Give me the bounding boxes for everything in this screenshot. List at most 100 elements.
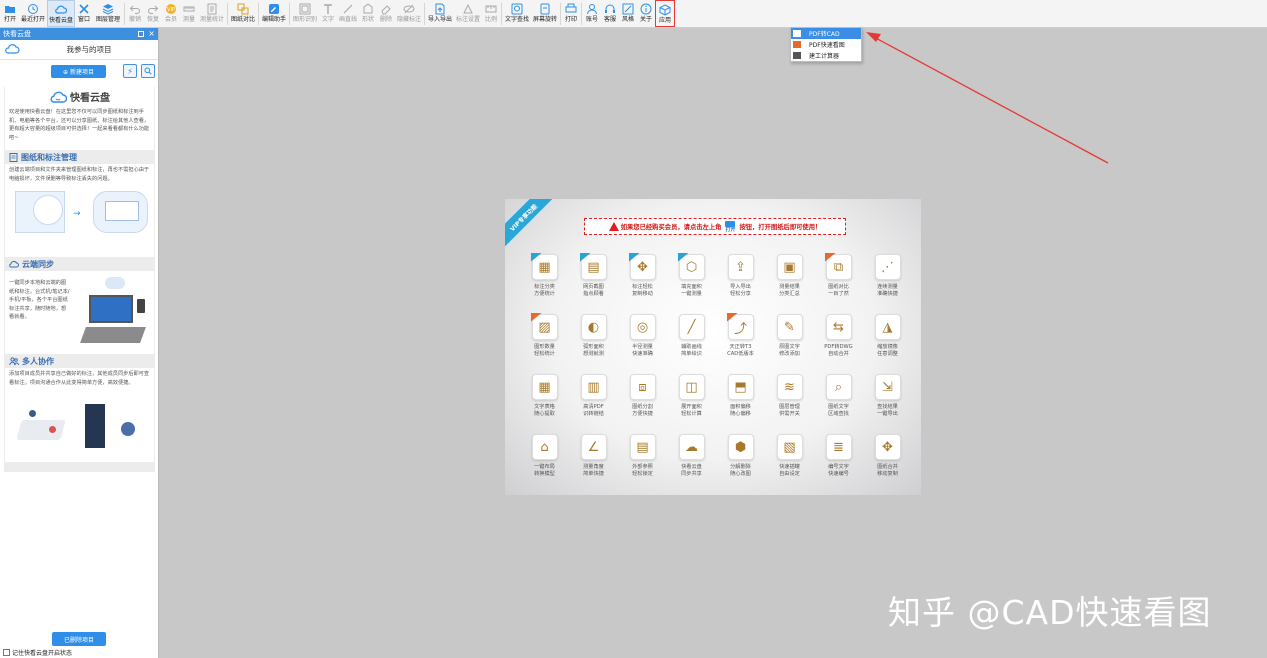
toolbar-item-shape-recognize[interactable]: 图形识别 — [291, 0, 319, 27]
feature-area-offset[interactable]: ⬒ 面积偏移 随心偏移 — [716, 374, 765, 432]
toolbar-separator — [581, 3, 582, 25]
toolbar-item-scale[interactable]: 比例 — [482, 0, 500, 27]
toolbar-item-layers[interactable]: 图层管理 — [93, 0, 123, 27]
feature-insert-block[interactable]: ▧ 快速插罐 自由设定 — [765, 434, 814, 492]
toolbar-item-redo[interactable]: 恢复 — [144, 0, 162, 27]
toolbar-item-annotation-settings[interactable]: 标注设置 — [454, 0, 482, 27]
merge-move-icon: ✥ — [874, 434, 901, 460]
hd-pdf-icon: ▥ — [580, 374, 607, 400]
toolbar-item-text-search[interactable]: 文字查找 — [503, 0, 531, 27]
search-button[interactable] — [141, 64, 155, 78]
feature-move-arrows[interactable]: ✥ 标注轻松 复制移动 — [618, 253, 667, 312]
toolbar-item-hide-annotation[interactable]: 隐藏标注 — [395, 0, 423, 27]
pdf-to-cad-icon — [793, 30, 801, 37]
section-card-team: 添加项目成员并共享自己做好的标注，其他成员同步后即可查看标注。项目沟通合作从此变… — [5, 368, 154, 462]
toolbar-item-text[interactable]: 文字 — [319, 0, 337, 27]
close-icon[interactable]: × — [148, 30, 155, 38]
feature-label: 分解删除 随心改图 — [730, 464, 751, 477]
headset-icon — [604, 3, 616, 15]
toolbar-separator — [258, 3, 259, 25]
feature-layer-manage[interactable]: ≋ 图层管理 供需开关 — [765, 374, 814, 432]
new-project-button[interactable]: ⊕ 新建项目 — [51, 65, 106, 78]
toolbar-item-ruler[interactable]: 测量 — [180, 0, 198, 27]
toolbar-item-account[interactable]: 账号 — [583, 0, 601, 27]
hide-annotation-icon — [403, 3, 415, 15]
toolbar-item-undo[interactable]: 撤销 — [126, 0, 144, 27]
toolbar-item-import-export[interactable]: 导入导出 — [426, 0, 454, 27]
feature-category-grid[interactable]: ▦ 标注分类 方便统计 — [520, 253, 569, 312]
toolbar-item-line[interactable]: 画直线 — [337, 0, 359, 27]
toolbar-item-clock[interactable]: 最近打开 — [19, 0, 47, 27]
toolbar-item-label: 标注设置 — [455, 16, 480, 23]
feature-unfold-area[interactable]: ◫ 展开面积 轻松计算 — [667, 374, 716, 432]
toolbar-item-apps-cube[interactable]: 应用 — [655, 0, 675, 27]
import-share-icon: ⇪ — [727, 254, 754, 280]
feature-merge-move[interactable]: ✥ 图纸合并 移动复制 — [863, 434, 912, 492]
cloud-intro-scroll[interactable]: 快看云盘 欢迎使用快看云盘！在这里您不仅可以同步图纸和标注到手机、电脑等各个平台… — [4, 87, 155, 472]
sync-icon — [9, 260, 19, 267]
export-result-icon: ⇲ — [874, 374, 901, 400]
feature-layout-convert[interactable]: ⌂ 一键布局 转换模型 — [520, 434, 569, 492]
menu-item-pdf-to-cad[interactable]: PDF转CAD — [791, 28, 861, 39]
feature-numbering[interactable]: ≣ 编号文字 快速编号 — [814, 434, 863, 492]
deleted-projects-button[interactable]: 已删除项目 — [52, 632, 106, 646]
feature-text-region-search[interactable]: ⌕ 图纸文字 区域查找 — [814, 374, 863, 432]
feature-edit-text[interactable]: ✎ 原图文字 修改添加 — [765, 314, 814, 372]
toolbar-item-eraser[interactable]: 删除 — [377, 0, 395, 27]
annotation-settings-icon — [462, 3, 474, 15]
line-icon — [342, 3, 354, 15]
feature-drawing-compare[interactable]: ⧉ 图纸对比 一目了然 — [814, 253, 863, 312]
restore-icon[interactable] — [138, 31, 145, 37]
feature-pdf-to-dwg[interactable]: ⇆ PDF转DWG 自动合并 — [814, 314, 863, 372]
toolbar-item-compare[interactable]: 图纸对比 — [229, 0, 257, 27]
section-text-team: 添加项目成员并共享自己做好的标注，其他成员同步后即可查看标注。项目沟通合作从此变… — [9, 371, 150, 386]
panel-header: 快看云盘 × — [0, 28, 158, 40]
feature-hd-pdf[interactable]: ▥ 高清PDF 识转链结 — [569, 374, 618, 432]
continuous-measure-icon: ⋰ — [874, 254, 901, 280]
feature-label: 填充面积 一键测量 — [681, 284, 702, 297]
convert-t3-icon: ⤴ — [726, 313, 754, 340]
toolbar-item-label: 文字 — [321, 16, 334, 23]
toolbar-item-print[interactable]: 打印 — [562, 0, 580, 27]
menu-item-calculator[interactable]: 建工计算器 — [791, 50, 861, 61]
feature-xref-lock[interactable]: ▤ 外部参照 轻松锁定 — [618, 434, 667, 492]
menu-item-label: PDF转CAD — [809, 31, 840, 38]
feature-arc-area[interactable]: ◐ 弧形面积 想测就测 — [569, 314, 618, 372]
feature-explode[interactable]: ⬢ 分解删除 随心改图 — [716, 434, 765, 492]
warning-icon — [608, 222, 619, 231]
feature-shape-count[interactable]: ▨ 图形数量 轻松统计 — [520, 313, 569, 372]
refresh-button[interactable]: ⚡ — [123, 64, 137, 78]
toolbar-item-headset[interactable]: 客服 — [601, 0, 619, 27]
remember-state-checkbox[interactable]: 记住快看云盘开启状态 — [3, 648, 72, 657]
toolbar-item-open-folder[interactable]: 打开 — [1, 0, 19, 27]
feature-label: 展开面积 轻松计算 — [681, 404, 702, 417]
toolbar-item-shape[interactable]: 形状 — [359, 0, 377, 27]
feature-web-capture[interactable]: ▤ 网页截图 指点顾看 — [569, 253, 618, 312]
panel-title: 快看云盘 — [3, 30, 31, 38]
toolbar-item-style[interactable]: 风格 — [619, 0, 637, 27]
menu-item-pdf-viewer[interactable]: PDF快速看图 — [791, 39, 861, 50]
toolbar-item-info[interactable]: 关于 — [637, 0, 655, 27]
toolbar-item-window[interactable]: 窗口 — [75, 0, 93, 27]
feature-angle[interactable]: ∠ 测量角度 简单快捷 — [569, 434, 618, 492]
toolbar-item-measure-stats[interactable]: 测量统计 — [198, 0, 226, 27]
feature-split[interactable]: ⧈ 图纸分割 方便快捷 — [618, 374, 667, 432]
open-folder-icon — [4, 3, 16, 15]
toolbar-item-edit-assistant[interactable]: 编辑助手 — [260, 0, 288, 27]
feature-mirror[interactable]: ◮ 缩放镜像 任意调整 — [863, 314, 912, 372]
feature-export-result[interactable]: ⇲ 查找结果 一键导出 — [863, 374, 912, 432]
feature-table-extract[interactable]: ▦ 文字表格 随心提取 — [520, 374, 569, 432]
feature-radius[interactable]: ◎ 半径测量 快速准确 — [618, 314, 667, 372]
toolbar-item-cloud[interactable]: 快看云盘 — [47, 0, 75, 27]
feature-cloud-share[interactable]: ☁ 快看云盘 同步共享 — [667, 434, 716, 492]
checkbox-box[interactable] — [3, 649, 10, 656]
feature-import-share[interactable]: ⇪ 导入导出 轻松分享 — [716, 254, 765, 312]
feature-summary[interactable]: ▣ 测量结果 分类汇总 — [765, 254, 814, 312]
feature-continuous-measure[interactable]: ⋰ 连续测量 准确快捷 — [863, 254, 912, 312]
toolbar-item-label: 形状 — [361, 16, 374, 23]
feature-convert-t3[interactable]: ⤴ 天正转T3 CAD低版本 — [716, 313, 765, 372]
feature-fill-area[interactable]: ⬡ 填充面积 一键测量 — [667, 253, 716, 312]
toolbar-item-vip[interactable]: VIP 会员 — [162, 0, 180, 27]
toolbar-item-rotate-screen[interactable]: 屏幕旋转 — [531, 0, 559, 27]
feature-assist-line[interactable]: ╱ 辅助画线 简单绘识 — [667, 314, 716, 372]
